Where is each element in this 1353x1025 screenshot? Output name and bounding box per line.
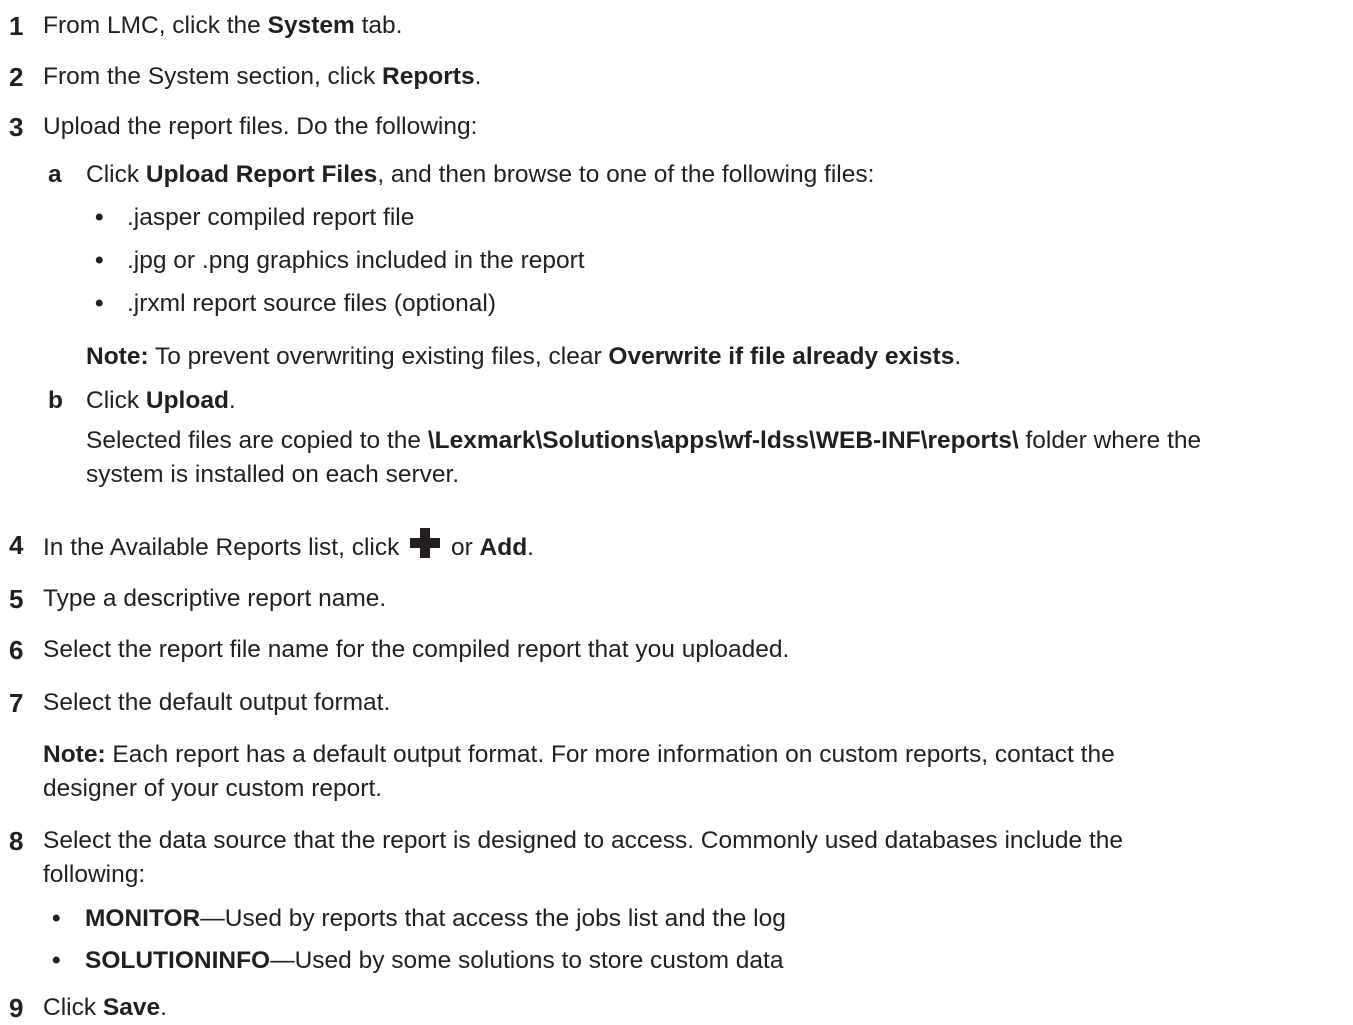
- note-text: Note: To prevent overwriting existing fi…: [86, 343, 962, 370]
- bullet-icon: •: [95, 204, 104, 231]
- step-number: 9: [9, 993, 24, 1023]
- step-text: Select the default output format.: [43, 689, 391, 716]
- step-text: From LMC, click the System tab.: [43, 12, 403, 39]
- bullet-icon: •: [52, 905, 61, 932]
- detail-text: system is installed on each server.: [86, 461, 460, 488]
- step-text: following:: [43, 861, 146, 888]
- bullet-icon: •: [95, 290, 104, 317]
- step-number: 3: [9, 112, 24, 142]
- step-number: 1: [9, 11, 24, 41]
- folder-path: \Lexmark\Solutions\apps\wf-ldss\WEB-INF\…: [427, 427, 1019, 454]
- step-text: Click Save.: [43, 994, 167, 1021]
- step-text: Select the data source that the report i…: [43, 827, 1123, 854]
- substep-label: b: [48, 387, 63, 414]
- step-text: In the Available Reports list, click or …: [43, 528, 1339, 565]
- step-number: 7: [9, 688, 24, 718]
- bullet-text: .jrxml report source files (optional): [127, 290, 496, 317]
- step-number: 8: [9, 826, 24, 856]
- substep-text: Click Upload Report Files, and then brow…: [86, 161, 875, 188]
- bullet-icon: •: [95, 247, 104, 274]
- step-text: Upload the report files. Do the followin…: [43, 113, 478, 140]
- bullet-text: MONITOR—Used by reports that access the …: [85, 905, 786, 932]
- step-number: 5: [9, 584, 24, 614]
- step-number: 2: [9, 62, 24, 92]
- detail-text: Selected files are copied to the \Lexmar…: [86, 427, 1202, 454]
- bullet-text: SOLUTIONINFO—Used by some solutions to s…: [85, 947, 784, 974]
- substep-label: a: [48, 161, 62, 188]
- bullet-text: .jpg or .png graphics included in the re…: [127, 247, 585, 274]
- step-text: Type a descriptive report name.: [43, 585, 387, 612]
- step-number: 4: [9, 530, 24, 560]
- step-text: Select the report file name for the comp…: [43, 636, 790, 663]
- step-text: From the System section, click Reports.: [43, 63, 482, 90]
- substep-text: Click Upload.: [86, 387, 236, 414]
- note-text: designer of your custom report.: [43, 775, 383, 802]
- plus-icon: [410, 528, 441, 558]
- note-text: Note: Each report has a default output f…: [43, 741, 1115, 768]
- bullet-text: .jasper compiled report file: [127, 204, 415, 231]
- step-number: 6: [9, 635, 24, 665]
- bullet-icon: •: [52, 947, 61, 974]
